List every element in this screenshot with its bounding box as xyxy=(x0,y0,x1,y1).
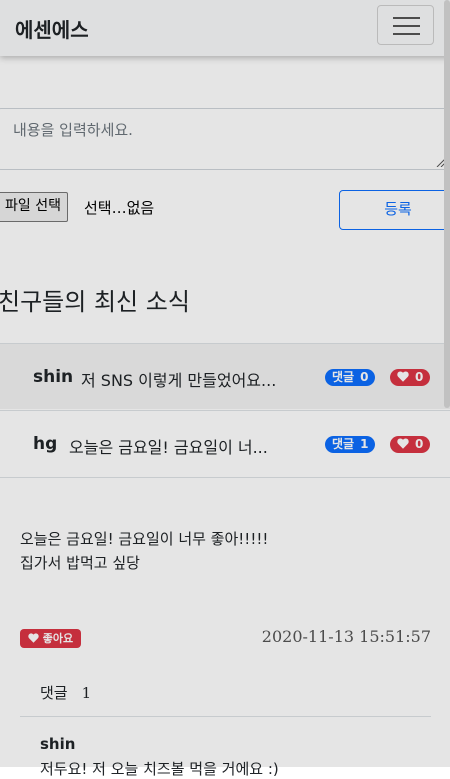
submit-button[interactable]: 등록 xyxy=(339,190,450,230)
heart-icon xyxy=(397,371,409,382)
feed-user: shin xyxy=(33,367,74,387)
navbar: 에센에스 xyxy=(0,0,450,56)
like-button[interactable]: 좋아요 xyxy=(20,629,81,648)
section-title: 친구들의 최신 소식 xyxy=(0,288,190,316)
feed-preview: 저 SNS 이렇게 만들었어요... xyxy=(81,371,277,390)
comment-author: shin xyxy=(40,735,76,753)
textarea-placeholder: 내용을 입력하세요. xyxy=(13,121,133,139)
post-text-line: 집가서 밥먹고 싶당 xyxy=(20,554,140,572)
like-count-badge: 0 xyxy=(390,369,431,386)
comment-count-badge: 댓글 1 xyxy=(325,436,376,453)
feed-preview: 오늘은 금요일! 금요일이 너... xyxy=(69,438,268,457)
heart-icon xyxy=(28,633,39,643)
post-detail: 오늘은 금요일! 금요일이 너무 좋아!!!!! 집가서 밥먹고 싶당 좋아요 … xyxy=(0,477,450,778)
file-select-button[interactable]: 파일 선택 xyxy=(0,192,68,222)
file-status-text: 선택…없음 xyxy=(84,199,155,217)
post-timestamp: 2020-11-13 15:51:57 xyxy=(261,627,431,646)
post-content-textarea[interactable]: 내용을 입력하세요. xyxy=(0,108,448,170)
hamburger-icon xyxy=(393,17,420,19)
scrollbar[interactable] xyxy=(444,0,450,408)
comment-count-badge: 댓글 0 xyxy=(325,369,376,386)
hamburger-icon xyxy=(393,25,420,27)
comments-header: 댓글 1 xyxy=(40,684,92,702)
like-count-badge: 0 xyxy=(390,436,431,453)
divider xyxy=(20,716,431,717)
feed-item[interactable]: hg 오늘은 금요일! 금요일이 너... 댓글 1 0 xyxy=(0,410,450,476)
brand-logo[interactable]: 에센에스 xyxy=(15,14,89,43)
hamburger-icon xyxy=(393,33,420,35)
post-text-line: 오늘은 금요일! 금요일이 너무 좋아!!!!! xyxy=(20,530,269,548)
menu-toggle-button[interactable] xyxy=(377,5,434,45)
heart-icon xyxy=(397,438,409,449)
comment-text: 저두요! 저 오늘 치즈볼 먹을 거에요 :) xyxy=(40,760,279,778)
feed-user: hg xyxy=(33,434,58,454)
feed-item[interactable]: shin 저 SNS 이렇게 만들었어요... 댓글 0 0 xyxy=(0,343,450,409)
